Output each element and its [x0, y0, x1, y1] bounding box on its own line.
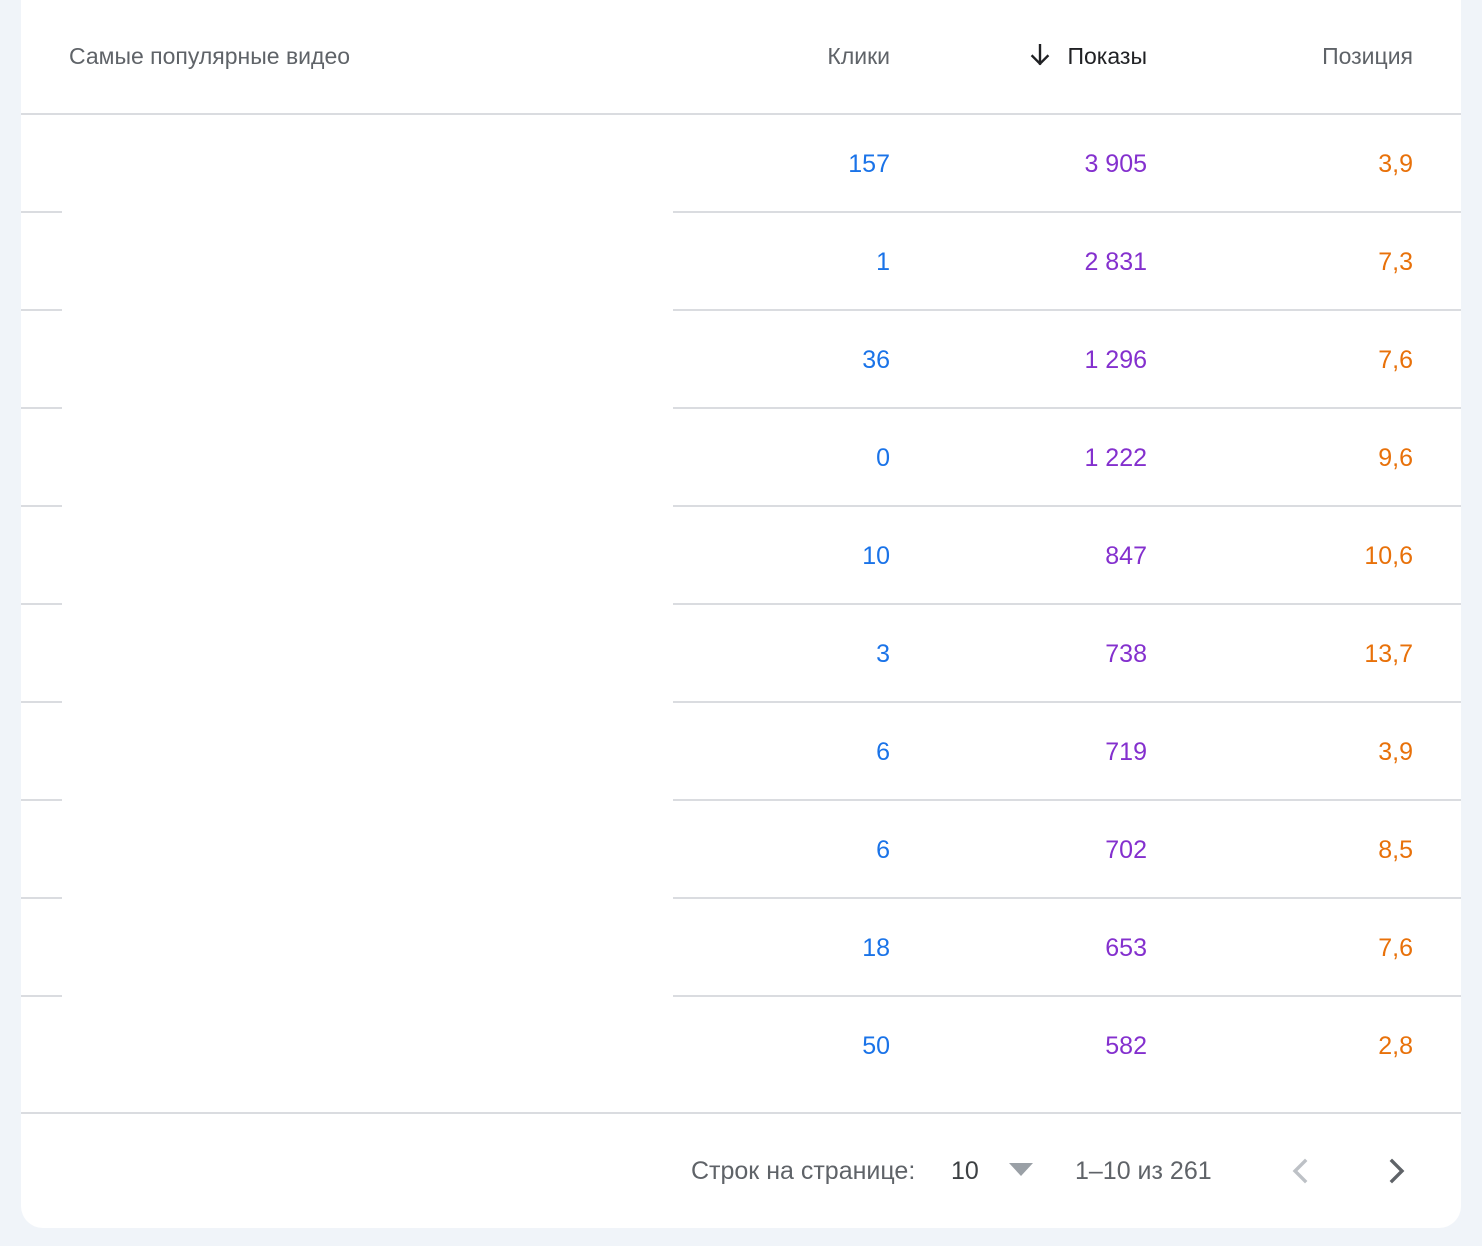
cell-position: 7,3	[1378, 248, 1413, 276]
cell-position: 7,6	[1378, 934, 1413, 962]
rows-per-page-label: Строк на странице:	[691, 1157, 916, 1185]
table-row[interactable]: 1 2 831 7,3	[21, 213, 1461, 311]
table-row[interactable]: 157 3 905 3,9	[21, 115, 1461, 213]
table-row[interactable]: 3 738 13,7	[21, 605, 1461, 703]
cell-impressions: 719	[1105, 738, 1147, 766]
cell-position: 10,6	[1364, 542, 1413, 570]
cell-position: 7,6	[1378, 346, 1413, 374]
previous-page-button[interactable]	[1275, 1146, 1325, 1196]
cell-position: 13,7	[1364, 640, 1413, 668]
top-videos-card: Самые популярные видео Клики Показы Пози…	[21, 0, 1461, 1228]
column-header-clicks[interactable]: Клики	[827, 0, 890, 113]
table-body: 157 3 905 3,9 1 2 831 7,3 36 1 296 7,6 0…	[21, 115, 1461, 1095]
next-page-button[interactable]	[1372, 1146, 1422, 1196]
column-header-impressions[interactable]: Показы	[1027, 0, 1147, 113]
table-row[interactable]: 6 719 3,9	[21, 703, 1461, 801]
cell-clicks: 50	[862, 1032, 890, 1060]
table-row[interactable]: 0 1 222 9,6	[21, 409, 1461, 507]
cell-clicks: 6	[876, 836, 890, 864]
pagination-range: 1–10 из 261	[1075, 1157, 1212, 1185]
table-row[interactable]: 36 1 296 7,6	[21, 311, 1461, 409]
table-row[interactable]: 18 653 7,6	[21, 899, 1461, 997]
cell-impressions: 1 222	[1084, 444, 1147, 472]
column-header-position[interactable]: Позиция	[1322, 0, 1413, 113]
cell-impressions: 1 296	[1084, 346, 1147, 374]
cell-clicks: 1	[876, 248, 890, 276]
cell-position: 8,5	[1378, 836, 1413, 864]
cell-impressions: 738	[1105, 640, 1147, 668]
cell-position: 3,9	[1378, 738, 1413, 766]
arrow-down-icon	[1031, 43, 1050, 66]
rows-per-page-value: 10	[951, 1157, 979, 1185]
table-row[interactable]: 50 582 2,8	[21, 997, 1461, 1095]
cell-clicks: 36	[862, 346, 890, 374]
column-header-impressions-label: Показы	[1067, 43, 1147, 69]
cell-impressions: 3 905	[1084, 150, 1147, 178]
rows-per-page-select[interactable]: 10	[941, 1141, 1039, 1201]
cell-clicks: 6	[876, 738, 890, 766]
cell-position: 3,9	[1378, 150, 1413, 178]
cell-clicks: 3	[876, 640, 890, 668]
table-header: Самые популярные видео Клики Показы Пози…	[21, 0, 1461, 115]
cell-impressions: 582	[1105, 1032, 1147, 1060]
cell-impressions: 847	[1105, 542, 1147, 570]
cell-position: 2,8	[1378, 1032, 1413, 1060]
cell-impressions: 2 831	[1084, 248, 1147, 276]
cell-impressions: 653	[1105, 934, 1147, 962]
table-row[interactable]: 10 847 10,6	[21, 507, 1461, 605]
chevron-right-icon	[1389, 1158, 1405, 1184]
cell-clicks: 18	[862, 934, 890, 962]
cell-clicks: 157	[848, 150, 890, 178]
cell-clicks: 10	[862, 542, 890, 570]
caret-down-icon	[1009, 1163, 1033, 1176]
pagination-bar: Строк на странице: 10 1–10 из 261	[21, 1114, 1461, 1228]
chevron-left-icon	[1292, 1158, 1308, 1184]
column-header-title: Самые популярные видео	[69, 43, 351, 69]
cell-clicks: 0	[876, 444, 890, 472]
cell-impressions: 702	[1105, 836, 1147, 864]
cell-position: 9,6	[1378, 444, 1413, 472]
table-row[interactable]: 6 702 8,5	[21, 801, 1461, 899]
